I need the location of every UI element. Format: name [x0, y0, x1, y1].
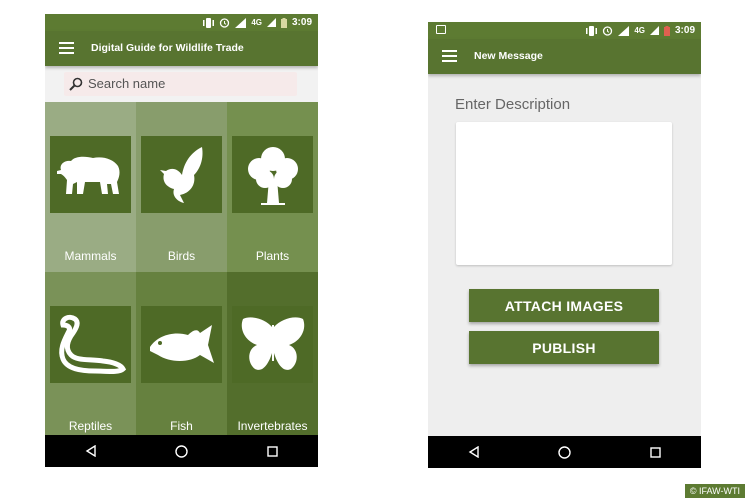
category-label: Invertebrates: [237, 419, 308, 433]
category-tile-mammals[interactable]: Mammals: [45, 102, 136, 272]
category-tile-birds[interactable]: Birds: [136, 102, 227, 272]
search-icon: [69, 77, 83, 91]
tree-icon: [232, 136, 313, 213]
snake-icon: [50, 306, 131, 383]
dove-icon: [141, 136, 222, 213]
category-label: Reptiles: [68, 419, 113, 433]
butterfly-icon: [232, 306, 313, 383]
category-label: Birds: [167, 249, 196, 263]
image-notification-icon: [436, 25, 446, 34]
vibrate-icon: [586, 25, 598, 36]
fish-icon: [141, 306, 222, 383]
phone-screen-guide: 4G 3:09 Digital Guide for Wildlife Trade…: [45, 14, 318, 467]
back-icon[interactable]: [454, 440, 494, 464]
vibrate-icon: [203, 17, 215, 28]
recents-icon[interactable]: [636, 440, 676, 464]
search-placeholder: Search name: [88, 76, 166, 91]
search-input[interactable]: Search name: [64, 72, 297, 96]
description-label: Enter Description: [455, 96, 571, 113]
hamburger-menu-icon[interactable]: [442, 50, 457, 62]
category-label: Plants: [255, 249, 290, 263]
alarm-icon: [603, 26, 613, 36]
category-tile-reptiles[interactable]: Reptiles: [45, 272, 136, 442]
app-title: New Message: [474, 50, 543, 62]
battery-icon: [663, 25, 670, 36]
category-tile-invertebrates[interactable]: Invertebrates: [227, 272, 318, 442]
category-label: Mammals: [64, 249, 117, 263]
system-nav-bar: [45, 435, 318, 467]
status-time: 3:09: [674, 25, 695, 36]
app-bar: New Message: [428, 39, 701, 74]
signal-icon: [235, 17, 247, 28]
publish-button[interactable]: PUBLISH: [469, 331, 659, 364]
copyright-watermark: © IFAW-WTI: [684, 484, 745, 498]
signal-icon-secondary: [266, 18, 276, 27]
network-type: 4G: [634, 26, 645, 35]
category-label: Fish: [170, 419, 193, 433]
app-bar: Digital Guide for Wildlife Trade: [45, 31, 318, 66]
app-title: Digital Guide for Wildlife Trade: [91, 42, 244, 54]
system-nav-bar: [428, 436, 701, 468]
signal-icon: [618, 25, 630, 36]
home-icon[interactable]: [162, 439, 202, 463]
attach-images-button[interactable]: ATTACH IMAGES: [469, 289, 659, 322]
status-bar: 4G 3:09: [428, 22, 701, 39]
category-grid: Mammals Birds Plants Reptiles Fish Inver…: [45, 102, 318, 442]
back-icon[interactable]: [71, 439, 111, 463]
hamburger-menu-icon[interactable]: [59, 42, 74, 54]
phone-screen-new-message: 4G 3:09 New Message Enter Description AT…: [428, 22, 701, 468]
status-bar: 4G 3:09: [45, 14, 318, 31]
recents-icon[interactable]: [253, 439, 293, 463]
home-icon[interactable]: [545, 440, 585, 464]
signal-icon-secondary: [649, 26, 659, 35]
network-type: 4G: [251, 18, 262, 27]
alarm-icon: [220, 18, 230, 28]
description-textarea[interactable]: [456, 122, 672, 265]
battery-icon: [280, 17, 287, 28]
status-time: 3:09: [291, 17, 312, 28]
category-tile-plants[interactable]: Plants: [227, 102, 318, 272]
polar-bear-icon: [50, 136, 131, 213]
search-bar: Search name: [45, 66, 318, 102]
category-tile-fish[interactable]: Fish: [136, 272, 227, 442]
